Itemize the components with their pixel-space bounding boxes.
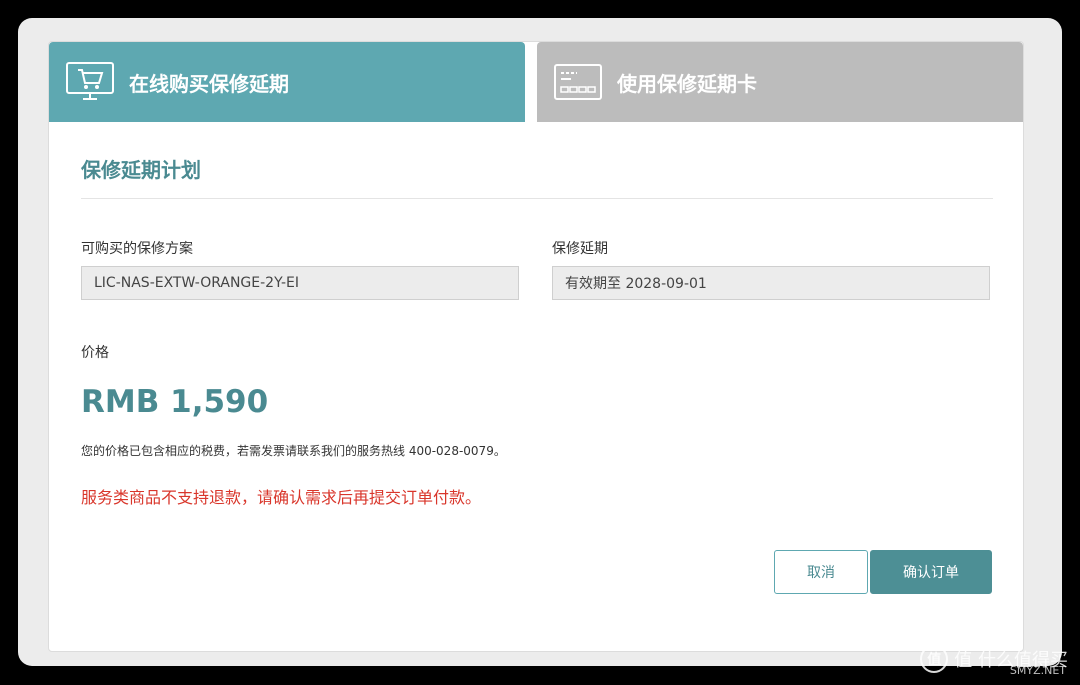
plan-label: 可购买的保修方案 bbox=[81, 241, 193, 257]
card-icon bbox=[554, 64, 602, 100]
watermark-logo-icon: 值 bbox=[920, 645, 949, 673]
price-label: 价格 bbox=[81, 345, 109, 361]
app-window: 在线购买保修延期 使用保修延期卡 保修延期计划 可购买的保修方案 LIC-NAS… bbox=[18, 18, 1062, 666]
cancel-button[interactable]: 取消 bbox=[774, 550, 868, 594]
section-title: 保修延期计划 bbox=[81, 158, 201, 182]
watermark-sub: SMYZ.NET bbox=[1009, 664, 1066, 677]
warranty-panel: 在线购买保修延期 使用保修延期卡 保修延期计划 可购买的保修方案 LIC-NAS… bbox=[48, 41, 1024, 652]
cart-monitor-icon bbox=[66, 62, 114, 100]
refund-warning: 服务类商品不支持退款，请确认需求后再提交订单付款。 bbox=[81, 488, 482, 507]
tab-online-label: 在线购买保修延期 bbox=[129, 71, 289, 96]
confirm-order-button[interactable]: 确认订单 bbox=[870, 550, 992, 594]
tab-online-purchase[interactable]: 在线购买保修延期 bbox=[49, 42, 525, 122]
plan-field: LIC-NAS-EXTW-ORANGE-2Y-EI bbox=[81, 266, 519, 300]
extension-field: 有效期至 2028-09-01 bbox=[552, 266, 990, 300]
divider bbox=[81, 198, 993, 199]
price-value: RMB 1,590 bbox=[81, 384, 269, 420]
tab-card-label: 使用保修延期卡 bbox=[617, 71, 757, 96]
extension-label: 保修延期 bbox=[552, 241, 608, 257]
tab-use-card[interactable]: 使用保修延期卡 bbox=[537, 42, 1023, 122]
tax-note: 您的价格已包含相应的税费，若需发票请联系我们的服务热线 400-028-0079… bbox=[81, 444, 506, 458]
